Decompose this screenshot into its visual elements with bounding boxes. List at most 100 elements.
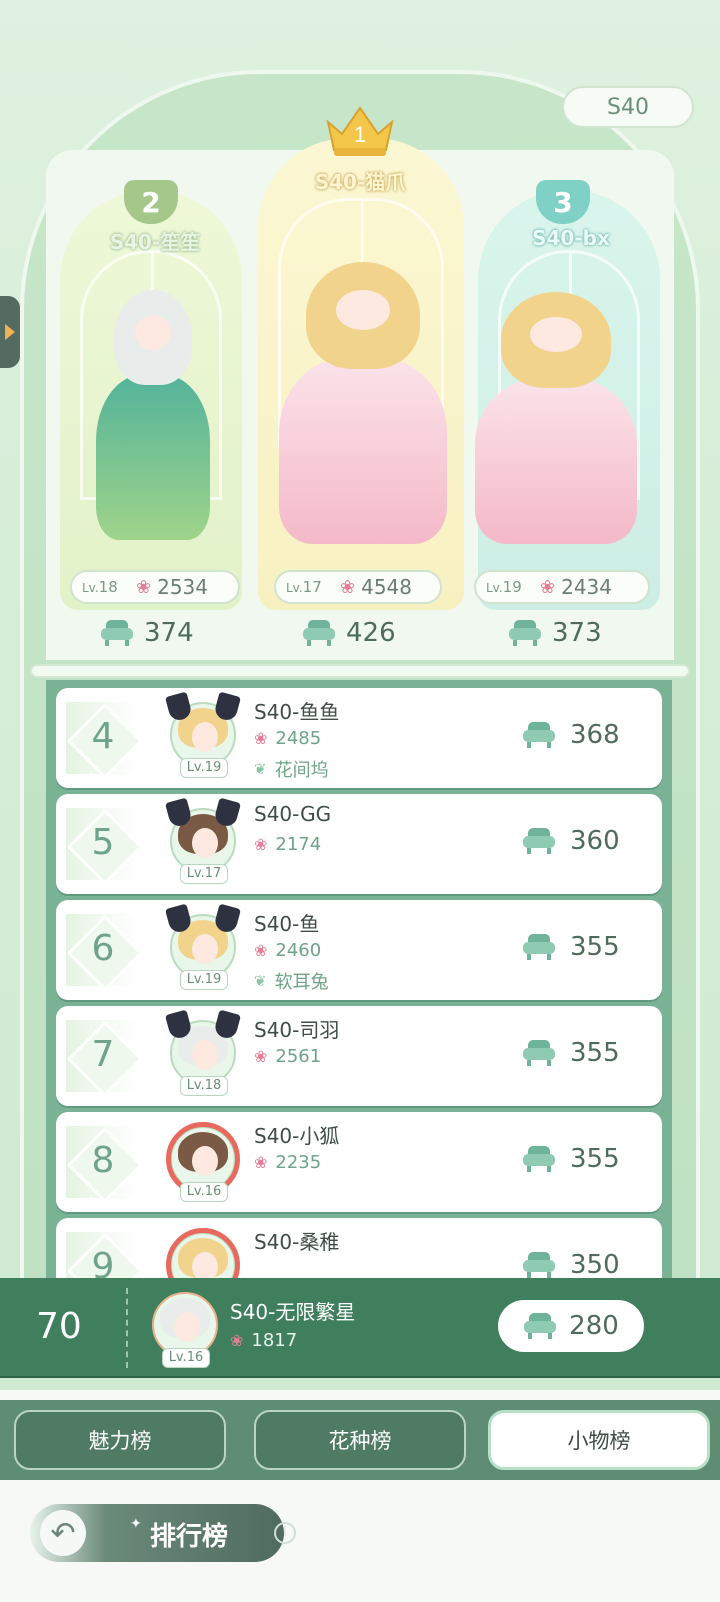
- chair-icon: [523, 722, 555, 748]
- player-level: Lv.17: [180, 864, 228, 884]
- list-item[interactable]: 8 Lv.16 S40-小狐 ❀ 2235 355: [56, 1112, 662, 1212]
- podium-1-score: 426: [302, 618, 396, 648]
- player-guild: ❦ 花间坞: [254, 760, 329, 781]
- player-avatar[interactable]: Lv.19: [164, 906, 244, 996]
- season-badge[interactable]: S40: [562, 86, 694, 128]
- player-flowers: ❀ 2485: [254, 728, 322, 749]
- podium-2-stats: Lv.18 ❀ 2534: [70, 570, 240, 604]
- flower-icon: ❀: [230, 1331, 244, 1350]
- player-score: 355: [522, 932, 620, 962]
- chair-icon: [523, 1146, 555, 1172]
- podium-1-name: S40-猫爪: [314, 170, 406, 194]
- list-item[interactable]: 4 Lv.19 S40-鱼鱼 ❀ 2485 ❦ 花间坞 368: [56, 688, 662, 788]
- side-expand-tab[interactable]: [0, 296, 20, 368]
- berry-frame: [166, 1228, 240, 1278]
- list-item[interactable]: 9 S40-桑稚 350: [56, 1218, 662, 1278]
- player-level: Lv.18: [180, 1076, 228, 1096]
- player-score: 355: [522, 1038, 620, 1068]
- podium-2-score: 374: [100, 618, 194, 648]
- player-score: 360: [522, 826, 620, 856]
- rank-1-number: 1: [354, 122, 366, 147]
- flower-icon: ❀: [254, 941, 268, 960]
- player-name: S40-桑稚: [254, 1230, 340, 1254]
- cat-ear-frame: [164, 800, 242, 830]
- player-avatar[interactable]: Lv.17: [164, 800, 244, 890]
- flower-icon: ❀: [254, 1153, 268, 1172]
- player-flowers: ❀ 2460: [254, 940, 322, 961]
- list-item[interactable]: 7 Lv.18 S40-司羽 ❀ 2561 355: [56, 1006, 662, 1106]
- cat-ear-frame: [164, 1012, 242, 1042]
- chair-icon: [523, 1252, 555, 1278]
- ranking-list[interactable]: 4 Lv.19 S40-鱼鱼 ❀ 2485 ❦ 花间坞 368 5 Lv.17 S40-GG ❀ 217…: [46, 680, 672, 1278]
- guild-icon: ❦: [254, 972, 267, 990]
- podium-1-character[interactable]: [268, 262, 458, 544]
- flower-icon: ❀: [340, 576, 356, 598]
- flower-count: 4548: [361, 575, 412, 599]
- podium-3-character[interactable]: [464, 292, 648, 544]
- page-title: 排行榜: [150, 1522, 229, 1552]
- flower-icon: ❀: [254, 835, 268, 854]
- podium-3-name: S40-bx: [532, 226, 610, 250]
- player-name: S40-司羽: [254, 1018, 340, 1042]
- player-guild: ❦ 软耳兔: [254, 972, 329, 993]
- player-name: S40-小狐: [254, 1124, 340, 1148]
- level-label: Lv.17: [286, 578, 322, 596]
- rank-number: 7: [91, 1034, 115, 1075]
- player-flowers: ❀ 2561: [254, 1046, 322, 1067]
- chair-icon: [523, 934, 555, 960]
- podium-3-stats: Lv.19 ❀ 2434: [474, 570, 650, 604]
- chair-icon: [509, 620, 541, 646]
- player-score: 355: [522, 1144, 620, 1174]
- player-name: S40-鱼鱼: [254, 700, 340, 724]
- flower-count: 2434: [561, 575, 612, 599]
- category-tabs: 魅力榜 花种榜 小物榜: [0, 1400, 720, 1480]
- player-avatar[interactable]: Lv.18: [164, 1012, 244, 1102]
- level-label: Lv.18: [82, 578, 118, 596]
- my-level: Lv.16: [162, 1348, 210, 1368]
- player-level: Lv.19: [180, 970, 228, 990]
- list-item[interactable]: 5 Lv.17 S40-GG ❀ 2174 360: [56, 794, 662, 894]
- player-level: Lv.19: [180, 758, 228, 778]
- my-rank-bar: 70 Lv.16 S40-无限繁星 ❀ 1817 280: [0, 1278, 720, 1378]
- rank-number: 9: [91, 1246, 115, 1278]
- player-name: S40-鱼: [254, 912, 320, 936]
- tab-small-items[interactable]: 小物榜: [488, 1410, 710, 1470]
- podium-1-stats: Lv.17 ❀ 4548: [274, 570, 442, 604]
- my-avatar[interactable]: Lv.16: [146, 1284, 226, 1374]
- flower-icon: ❀: [254, 1047, 268, 1066]
- chair-icon: [524, 1313, 557, 1339]
- player-score: 350: [522, 1250, 620, 1278]
- podium-3-score: 373: [508, 618, 602, 648]
- player-avatar[interactable]: Lv.16: [164, 1118, 244, 1208]
- cat-ear-frame: [164, 906, 242, 936]
- chair-icon: [303, 620, 335, 646]
- tab-flower-seed[interactable]: 花种榜: [254, 1410, 466, 1470]
- player-level: Lv.16: [180, 1182, 228, 1202]
- podium-2-character[interactable]: [88, 290, 218, 540]
- rank-number: 8: [91, 1140, 115, 1181]
- my-score: 280: [498, 1300, 644, 1352]
- guild-icon: ❦: [254, 760, 267, 778]
- my-rank-number: 70: [36, 1306, 82, 1347]
- back-arrow-icon[interactable]: ↶: [40, 1510, 86, 1556]
- rank-number: 4: [91, 716, 115, 757]
- tab-charm[interactable]: 魅力榜: [14, 1410, 226, 1470]
- player-name: S40-GG: [254, 802, 332, 826]
- flower-icon: ❀: [540, 576, 556, 598]
- player-avatar[interactable]: [164, 1224, 244, 1278]
- cat-ear-frame: [164, 694, 242, 724]
- back-button[interactable]: ↶ ✦ 排行榜 i: [30, 1504, 296, 1562]
- rank-number: 5: [91, 822, 115, 863]
- my-flowers: ❀ 1817: [230, 1330, 298, 1351]
- list-item[interactable]: 6 Lv.19 S40-鱼 ❀ 2460 ❦ 软耳兔 355: [56, 900, 662, 1000]
- my-name: S40-无限繁星: [230, 1300, 356, 1324]
- crown-icon: 1: [326, 106, 394, 156]
- player-avatar[interactable]: Lv.19: [164, 694, 244, 784]
- chair-icon: [101, 620, 133, 646]
- chair-icon: [523, 1040, 555, 1066]
- info-icon[interactable]: i: [274, 1522, 296, 1544]
- player-flowers: ❀ 2174: [254, 834, 322, 855]
- flower-icon: ❀: [136, 576, 152, 598]
- flower-icon: ❀: [254, 729, 268, 748]
- flower-count: 2534: [157, 575, 208, 599]
